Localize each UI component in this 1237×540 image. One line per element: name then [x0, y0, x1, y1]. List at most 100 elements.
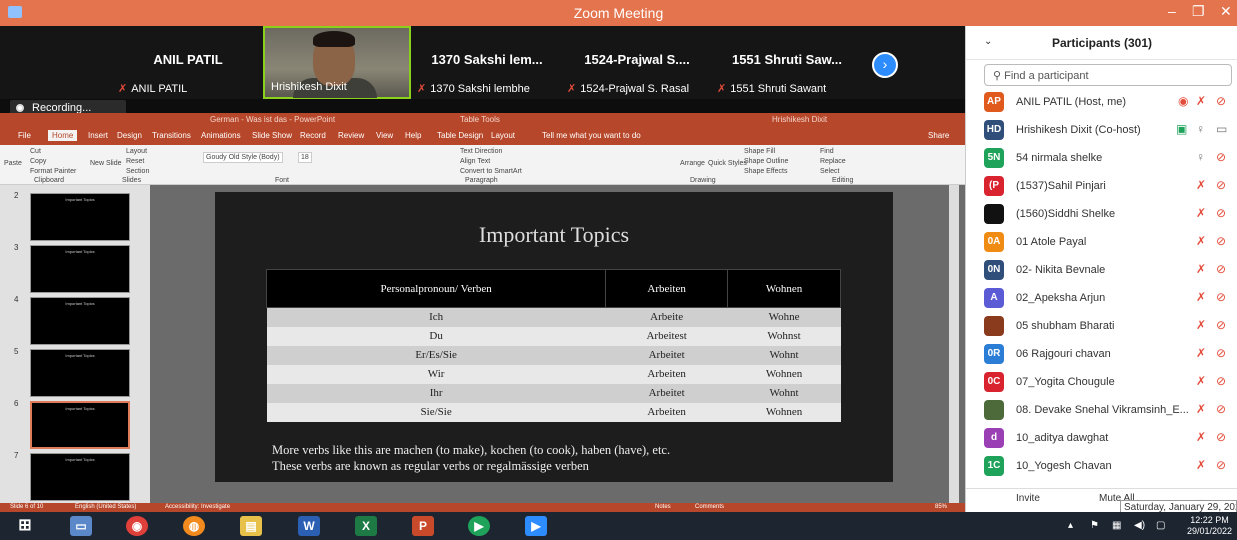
slide-thumbnail[interactable]: Important Topics [30, 297, 130, 345]
tab-slide-show[interactable]: Slide Show [252, 131, 292, 140]
firefox-icon[interactable]: ◍ [183, 516, 205, 536]
invite-button[interactable]: Invite [1016, 493, 1040, 504]
tab-view[interactable]: View [376, 131, 393, 140]
replace-button[interactable]: Replace [820, 158, 846, 165]
language-status[interactable]: English (United States) [75, 504, 136, 510]
task-view-icon[interactable]: ▭ [70, 516, 92, 536]
zoom-taskbar-icon[interactable]: ▶ [525, 516, 547, 536]
video-tile[interactable]: ANIL PATIL ✗ ANIL PATIL [114, 26, 262, 99]
participant-row[interactable]: 05 shubham Bharati ✗ ⊘ [966, 312, 1237, 340]
video-tile-speaker[interactable]: Hrishikesh Dixit [263, 26, 411, 99]
next-videos-arrow-icon[interactable]: › [872, 52, 898, 78]
slide-title[interactable]: Important Topics [215, 222, 893, 248]
comments-button[interactable]: Comments [695, 504, 724, 510]
new-slide-button[interactable]: New Slide [90, 160, 122, 167]
participant-name: ANIL PATIL [131, 83, 188, 95]
shape-outline-button[interactable]: Shape Outline [744, 158, 788, 165]
smartart-button[interactable]: Convert to SmartArt [460, 168, 522, 175]
tab-animations[interactable]: Animations [201, 131, 241, 140]
close-button[interactable]: ✕ [1220, 3, 1232, 20]
network-icon[interactable]: ▦ [1112, 520, 1121, 531]
table-row: Du Arbeitest Wohnst [266, 326, 841, 346]
participant-row[interactable]: HD Hrishikesh Dixit (Co-host) ▣ ♀ ▭ [966, 116, 1237, 144]
windows-start-icon[interactable]: ⊞ [14, 516, 36, 536]
section-button[interactable]: Section [126, 168, 149, 175]
notes-button[interactable]: Notes [655, 504, 671, 510]
participant-row[interactable]: 1C 10_Yogesh Chavan ✗ ⊘ [966, 452, 1237, 480]
participant-row[interactable]: AP ANIL PATIL (Host, me) ◉ ✗ ⊘ [966, 88, 1237, 116]
file-explorer-icon[interactable]: ▤ [240, 516, 262, 536]
verb-table[interactable]: Personalpronoun/ Verben Arbeiten Wohnen … [265, 269, 841, 422]
tab-file[interactable]: File [18, 131, 31, 140]
find-button[interactable]: Find [820, 148, 834, 155]
message-icon[interactable]: ▢ [1156, 520, 1165, 531]
maximize-button[interactable]: ❐ [1192, 3, 1205, 20]
text-direction-button[interactable]: Text Direction [460, 148, 502, 155]
flag-icon[interactable]: ⚑ [1090, 520, 1099, 531]
participant-row[interactable]: 0C 07_Yogita Chougule ✗ ⊘ [966, 368, 1237, 396]
layout-button[interactable]: Layout [126, 148, 147, 155]
font-size-select[interactable]: 18 [298, 152, 312, 163]
shape-fill-button[interactable]: Shape Fill [744, 148, 775, 155]
participant-row[interactable]: 08. Devake Snehal Vikramsinh_E... ✗ ⊘ [966, 396, 1237, 424]
tab-review[interactable]: Review [338, 131, 364, 140]
minimize-button[interactable]: – [1168, 3, 1176, 19]
participant-row[interactable]: A 02_Apeksha Arjun ✗ ⊘ [966, 284, 1237, 312]
excel-icon[interactable]: X [355, 516, 377, 536]
meet-icon[interactable]: ▶ [468, 516, 490, 536]
tab-record[interactable]: Record [300, 131, 326, 140]
share-button[interactable]: Share [928, 131, 949, 140]
tab-transitions[interactable]: Transitions [152, 131, 191, 140]
font-name-select[interactable]: Goudy Old Style (Body) [203, 152, 283, 163]
format-painter-button[interactable]: Format Painter [30, 168, 76, 175]
tab-design[interactable]: Design [117, 131, 142, 140]
video-tile[interactable]: 1551 Shruti Saw... ✗ 1551 Shruti Sawant [713, 26, 861, 99]
tab-home[interactable]: Home [48, 130, 78, 141]
ppt-ribbon: Cut Copy Format Painter Paste New Slide … [0, 145, 965, 185]
reset-button[interactable]: Reset [126, 158, 144, 165]
tab-insert[interactable]: Insert [88, 131, 108, 140]
tab-help[interactable]: Help [405, 131, 421, 140]
volume-icon[interactable]: ◀) [1134, 520, 1145, 531]
participant-row[interactable]: 0A 01 Atole Payal ✗ ⊘ [966, 228, 1237, 256]
table-cell: Sie/Sie [266, 402, 606, 422]
accessibility-status[interactable]: Accessibility: Investigate [165, 504, 230, 510]
zoom-level[interactable]: 85% [935, 504, 947, 510]
participant-row[interactable]: 0N 02- Nikita Bevnale ✗ ⊘ [966, 256, 1237, 284]
align-text-button[interactable]: Align Text [460, 158, 490, 165]
shape-effects-button[interactable]: Shape Effects [744, 168, 787, 175]
video-tile[interactable]: 1524-Prajwal S.... ✗ 1524-Prajwal S. Rasa… [563, 26, 711, 99]
chrome-icon[interactable]: ◉ [126, 516, 148, 536]
quick-styles-button[interactable]: Quick Styles [708, 160, 747, 167]
slide-thumbnail[interactable]: Important Topics [30, 453, 130, 501]
word-icon[interactable]: W [298, 516, 320, 536]
participant-row[interactable]: (1560)Siddhi Shelke ✗ ⊘ [966, 200, 1237, 228]
copy-button[interactable]: Copy [30, 158, 46, 165]
select-button[interactable]: Select [820, 168, 839, 175]
tab-table-design[interactable]: Table Design [437, 131, 483, 140]
paste-button[interactable]: Paste [4, 160, 22, 167]
slide-thumbnail[interactable]: Important Topics [30, 193, 130, 241]
slide-thumbnail[interactable]: Important Topics [30, 349, 130, 397]
cut-button[interactable]: Cut [30, 148, 41, 155]
muted-mic-icon: ✗ [1196, 290, 1207, 304]
tell-me-search[interactable]: Tell me what you want to do [542, 131, 641, 140]
slide-scrollbar[interactable] [949, 185, 959, 503]
participant-row[interactable]: 0R 06 Rajgouri chavan ✗ ⊘ [966, 340, 1237, 368]
participant-row[interactable]: (P (1537)Sahil Pinjari ✗ ⊘ [966, 172, 1237, 200]
participant-search-input[interactable]: ⚲ Find a participant [984, 64, 1232, 86]
current-slide[interactable]: Important Topics Personalpronoun/ Verben… [215, 192, 893, 482]
participant-row[interactable]: d 10_aditya dawghat ✗ ⊘ [966, 424, 1237, 452]
tab-layout[interactable]: Layout [491, 131, 515, 140]
tray-arrow-icon[interactable]: ▴ [1068, 520, 1073, 531]
slide-note[interactable]: More verbs like this are machen (to make… [272, 442, 872, 474]
taskbar-clock[interactable]: 12:22 PM 29/01/2022 [1187, 515, 1232, 537]
slide-thumbnail[interactable]: Important Topics [30, 245, 130, 293]
participants-header: ⌄ Participants (301) [966, 26, 1237, 60]
slide-thumbnail-selected[interactable]: Important Topics [30, 401, 130, 449]
participant-row[interactable]: 5N 54 nirmala shelke ♀ ⊘ [966, 144, 1237, 172]
video-off-icon: ⊘ [1216, 402, 1227, 416]
video-tile[interactable]: 1370 Sakshi lem... ✗ 1370 Sakshi lembhe [413, 26, 561, 99]
powerpoint-icon[interactable]: P [412, 516, 434, 536]
arrange-button[interactable]: Arrange [680, 160, 705, 167]
